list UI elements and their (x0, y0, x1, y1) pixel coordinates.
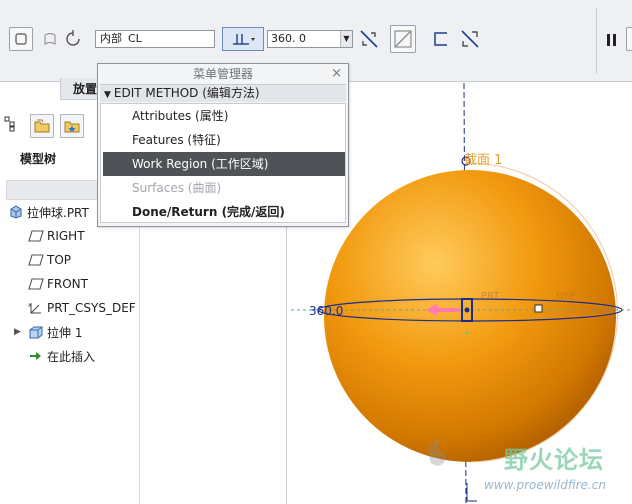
svg-text:x: x (28, 302, 32, 309)
folder-browser-tab[interactable] (30, 114, 54, 138)
favorites-icon (64, 121, 80, 133)
flip-material-icon (461, 30, 479, 48)
angle-input[interactable]: 360. 0 ▼ (267, 30, 353, 48)
model-tree-tab[interactable] (4, 116, 20, 135)
extruded-sphere (324, 170, 616, 462)
part-icon (8, 205, 24, 219)
angle-dimension-label[interactable]: 360.0 (309, 304, 343, 318)
sketch-button[interactable] (62, 27, 84, 51)
close-icon[interactable]: × (331, 64, 342, 84)
model-tree-icon (4, 116, 15, 132)
remove-material-icon (434, 32, 447, 46)
menu-item-list: Attributes (属性) Features (特征) Work Regio… (100, 103, 346, 223)
tree-item-label: FRONT (47, 277, 88, 291)
solid-icon (15, 33, 27, 45)
menu-manager-title: 菜单管理器 × (98, 64, 348, 84)
angle-drag-handle (534, 304, 543, 313)
favorites-tab[interactable] (60, 114, 84, 138)
menu-item-done-return[interactable]: Done/Return (完成/返回) (103, 200, 345, 224)
reference-axis-field[interactable]: 内部 CL (95, 30, 215, 48)
expand-arrow-icon[interactable]: ▶ (14, 327, 21, 337)
tree-item-label: TOP (47, 253, 72, 267)
csys-faint-label: PRT (481, 291, 500, 302)
menu-manager: 菜单管理器 × ▼ EDIT METHOD (编辑方法) Attributes (… (97, 63, 349, 227)
menu-manager-title-text: 菜单管理器 (192, 67, 253, 81)
csys-icon: x (28, 301, 44, 315)
pause-button[interactable] (603, 28, 621, 52)
angle-value: 360. 0 (271, 32, 306, 45)
tree-item-label: 在此插入 (47, 349, 96, 364)
datum-plane-icon (28, 277, 44, 291)
tree-item-label: PRT_CSYS_DEF (47, 301, 136, 315)
extrude-icon (28, 325, 44, 339)
angle-option-dropdown[interactable] (222, 27, 264, 51)
menu-section-header[interactable]: ▼ EDIT METHOD (编辑方法) (100, 84, 346, 102)
solid-button[interactable] (9, 27, 33, 51)
surface-icon (44, 33, 56, 45)
watermark-title: 野火论坛 (504, 446, 604, 474)
menu-item-features[interactable]: Features (特征) (103, 128, 345, 152)
csys-faint-label: DEF (556, 291, 576, 302)
section-plane-label: 截面 1 (464, 153, 503, 168)
thicken-icon (394, 30, 412, 48)
menu-section-label: EDIT METHOD (编辑方法) (113, 86, 260, 100)
pause-icon (607, 34, 616, 46)
insert-arrow-icon (28, 349, 44, 363)
thicken-button[interactable] (390, 25, 416, 53)
remove-material-button[interactable] (430, 27, 452, 51)
flip-material-button[interactable] (458, 27, 482, 51)
collapse-triangle-icon: ▼ (104, 90, 111, 100)
angle-variable-icon (233, 34, 255, 45)
tree-item-label: RIGHT (47, 229, 85, 243)
datum-plane-icon (28, 253, 44, 267)
tree-item-label: 拉伸球.PRT (27, 205, 89, 220)
reference-axis-label: 内部 (100, 32, 122, 45)
tree-item-label: 拉伸 1 (47, 325, 83, 340)
sketch-icon (66, 30, 80, 46)
menu-item-work-region[interactable]: Work Region (工作区域) (103, 152, 345, 176)
surface-button[interactable] (40, 27, 60, 51)
menu-item-attributes[interactable]: Attributes (属性) (103, 104, 345, 128)
watermark-url: www.proewildfire.cn (484, 478, 606, 492)
flip-angle-button[interactable] (358, 27, 380, 51)
model-tree-title: 模型树 (20, 152, 57, 166)
menu-item-surfaces: Surfaces (曲面) (132, 181, 222, 195)
preview-button[interactable] (626, 27, 632, 51)
flip-direction-icon (360, 30, 378, 48)
reference-axis-value: CL (128, 32, 142, 45)
datum-plane-icon (28, 229, 44, 243)
folder-icon (34, 119, 50, 133)
angle-dropdown-arrow[interactable]: ▼ (340, 31, 352, 47)
toolbar-separator (596, 8, 597, 74)
